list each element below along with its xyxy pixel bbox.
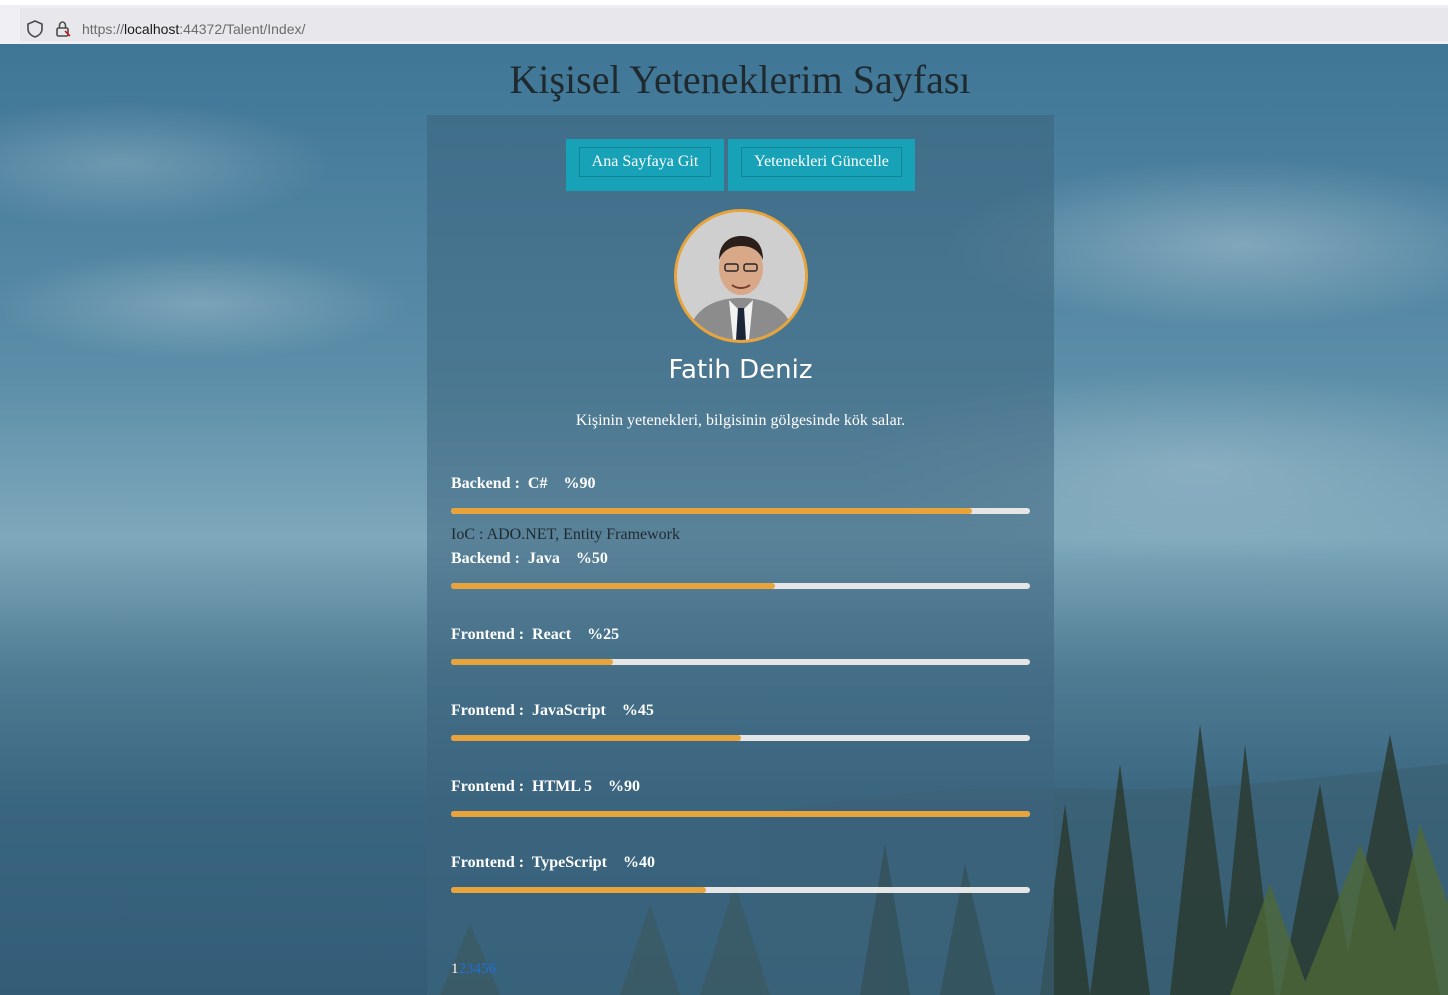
home-button-label: Ana Sayfaya Git	[579, 147, 711, 177]
skill-label: Frontend : React %25	[451, 626, 620, 643]
page-title: Kişisel Yeteneklerim Sayfası	[509, 57, 971, 102]
skill-progress-fill	[451, 583, 776, 589]
pagination-link[interactable]: 5	[481, 961, 489, 977]
skill-progress-fill	[451, 508, 973, 514]
avatar	[674, 209, 808, 343]
update-skills-button[interactable]: Yetenekleri Güncelle	[728, 139, 915, 191]
pagination-link[interactable]: 3	[466, 961, 474, 977]
skill-label: Frontend : HTML 5 %90	[451, 778, 641, 795]
skill-progress-bar	[451, 811, 1030, 817]
skill-label: Frontend : JavaScript %45	[451, 702, 654, 719]
pagination-link[interactable]: 6	[489, 961, 497, 977]
page-background: Kişisel Yeteneklerim Sayfası Ana Sayfaya…	[0, 44, 1448, 995]
skill-progress-fill	[451, 811, 1030, 817]
update-skills-button-label: Yetenekleri Güncelle	[741, 147, 902, 177]
ioc-text: IoC : ADO.NET, Entity Framework	[451, 526, 681, 543]
talent-card: Ana Sayfaya Git Yetenekleri Güncelle Fat…	[427, 115, 1054, 995]
skill-progress-fill	[451, 659, 614, 665]
shield-icon[interactable]	[26, 20, 44, 43]
skill-progress-bar	[451, 659, 1030, 665]
url-scheme: https://	[82, 21, 125, 37]
skill-progress-bar	[451, 887, 1030, 893]
pagination-link[interactable]: 4	[474, 961, 482, 977]
skill-progress-bar	[451, 735, 1030, 741]
browser-toolbar: https://localhost:44372/Talent/Index/	[0, 0, 1448, 44]
skill-progress-fill	[451, 887, 706, 893]
pagination-current: 1	[451, 961, 459, 977]
pagination-link[interactable]: 2	[459, 961, 467, 977]
url-path: :44372/Talent/Index/	[179, 21, 306, 37]
url-text[interactable]: https://localhost:44372/Talent/Index/	[82, 21, 305, 37]
skill-progress-fill	[451, 735, 741, 741]
skill-label: Backend : Java %50	[451, 550, 608, 567]
profile-name: Fatih Deniz	[668, 355, 813, 385]
skill-progress-bar	[451, 583, 1030, 589]
lock-icon[interactable]	[54, 20, 72, 43]
skill-label: Frontend : TypeScript %40	[451, 854, 656, 871]
home-button[interactable]: Ana Sayfaya Git	[566, 139, 724, 191]
url-host: localhost	[124, 21, 180, 37]
profile-quote: Kişinin yetenekleri, bilgisinin gölgesin…	[575, 412, 906, 429]
pagination: 123456	[451, 961, 496, 978]
person-portrait-icon	[677, 212, 805, 340]
skill-progress-bar	[451, 508, 1030, 514]
skill-label: Backend : C# %90	[451, 475, 596, 492]
